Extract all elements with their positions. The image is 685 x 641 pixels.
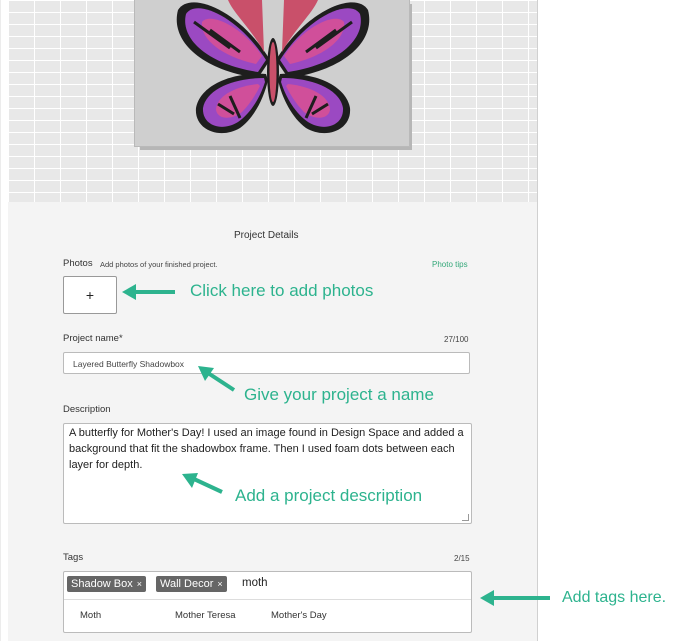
arrow-tags-head-icon [480, 590, 494, 606]
annotation-arrows [122, 284, 550, 606]
arrow-name-icon [206, 371, 236, 392]
arrow-description-icon [193, 477, 223, 494]
arrow-photos-head-icon [122, 284, 136, 300]
